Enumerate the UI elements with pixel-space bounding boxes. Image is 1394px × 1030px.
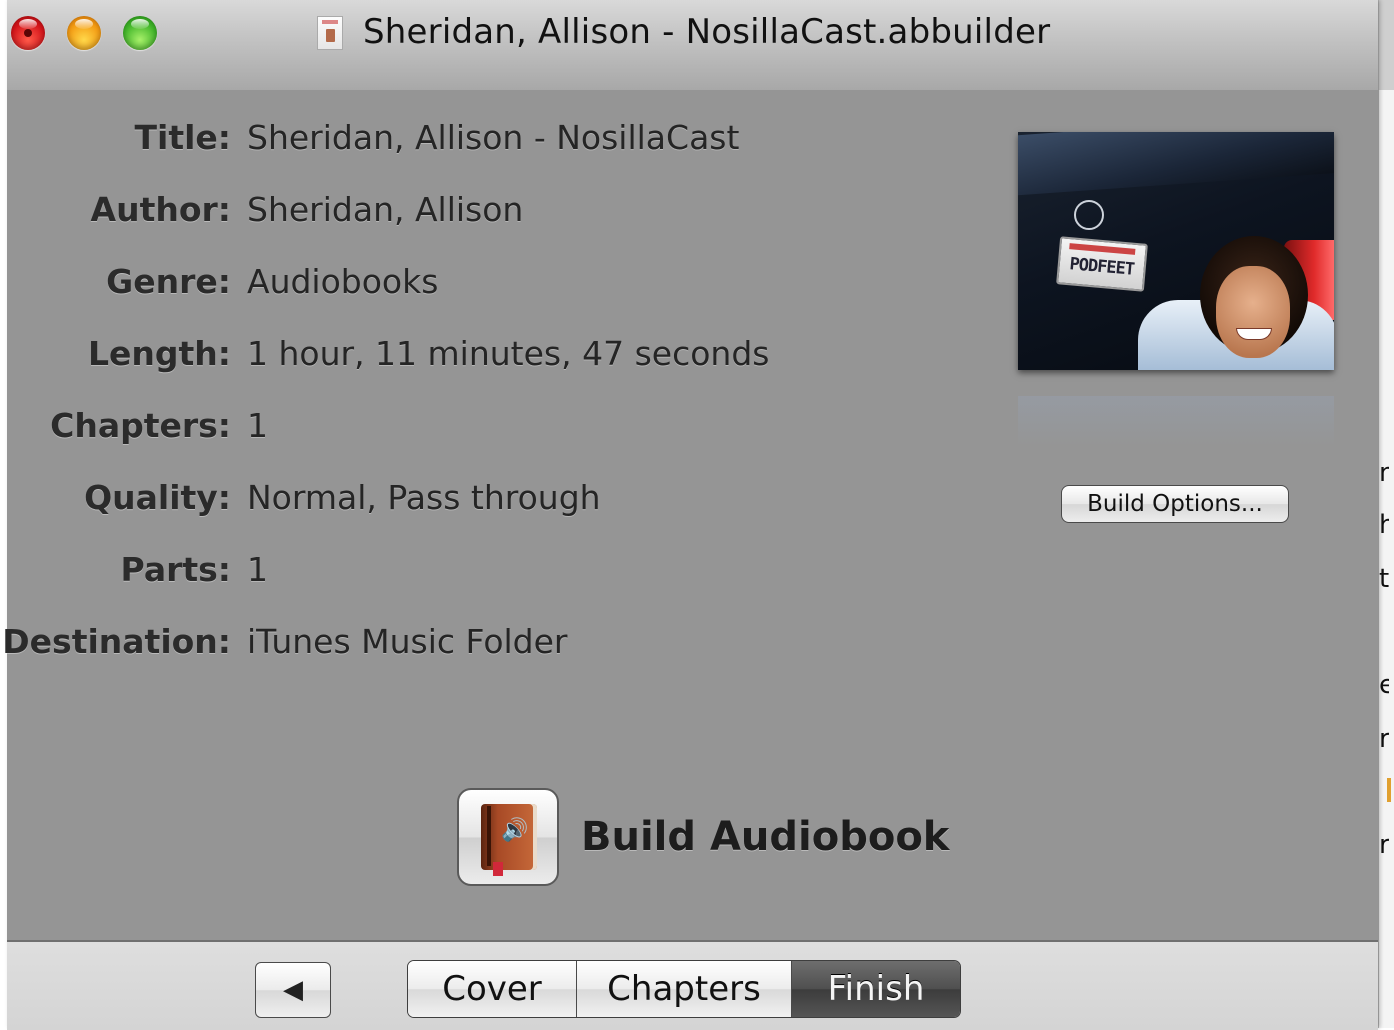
info-label: Quality: (84, 478, 231, 517)
tab-chapters[interactable]: Chapters (577, 961, 792, 1017)
build-audiobook-button[interactable]: 🔊 (457, 788, 559, 886)
info-row-author: Author: Sheridan, Allison (7, 190, 1007, 234)
speaker-icon: 🔊 (501, 818, 529, 843)
info-label: Author: (90, 190, 231, 229)
license-plate: PODFEET (1056, 236, 1148, 292)
background-window: n h t e r r (1378, 0, 1394, 1028)
info-row-title: Title: Sheridan, Allison - NosillaCast (7, 118, 1007, 162)
background-window-text: h (1379, 510, 1389, 540)
info-value: Sheridan, Allison - NosillaCast (247, 118, 740, 157)
info-row-quality: Quality: Normal, Pass through (7, 478, 1007, 522)
person-face (1216, 266, 1290, 358)
background-window-marker (1387, 778, 1391, 802)
info-value: 1 hour, 11 minutes, 47 seconds (247, 334, 770, 373)
info-row-parts: Parts: 1 (7, 550, 1007, 594)
bookmark-ribbon-icon (493, 862, 503, 876)
background-window-text: e (1379, 670, 1389, 700)
tab-cover[interactable]: Cover (408, 961, 577, 1017)
back-arrow-icon: ◀ (283, 975, 303, 1005)
minimize-traffic-light-icon[interactable] (67, 16, 101, 50)
background-window-text: r (1379, 724, 1389, 754)
audiobook-builder-window: Sheridan, Allison - NosillaCast.abbuilde… (2, 0, 1378, 1030)
info-label: Destination: (2, 622, 231, 661)
build-audiobook-label[interactable]: Build Audiobook (581, 814, 949, 860)
back-button[interactable]: ◀ (255, 962, 331, 1018)
title-bar[interactable]: Sheridan, Allison - NosillaCast.abbuilde… (7, 0, 1378, 90)
info-value: 1 (247, 550, 268, 589)
close-traffic-light-icon[interactable] (11, 16, 45, 50)
info-row-destination: Destination: iTunes Music Folder (2, 622, 1007, 666)
zoom-traffic-light-icon[interactable] (123, 16, 157, 50)
car-logo-badge (1074, 200, 1104, 230)
cover-artwork[interactable]: PODFEET (1018, 132, 1334, 370)
info-value: Normal, Pass through (247, 478, 601, 517)
background-window-text: n (1379, 458, 1389, 488)
info-label: Length: (88, 334, 231, 373)
info-label: Parts: (120, 550, 231, 589)
info-value: iTunes Music Folder (247, 622, 568, 661)
window-title: Sheridan, Allison - NosillaCast.abbuilde… (363, 12, 1051, 52)
background-window-titlebar (1379, 0, 1394, 90)
step-segmented-control: Cover Chapters Finish (407, 960, 961, 1018)
info-row-length: Length: 1 hour, 11 minutes, 47 seconds (7, 334, 1007, 378)
info-value: Sheridan, Allison (247, 190, 524, 229)
info-row-chapters: Chapters: 1 (7, 406, 1007, 450)
info-label: Genre: (106, 262, 231, 301)
info-label: Title: (134, 118, 232, 157)
background-window-text: r (1379, 830, 1389, 860)
info-value: Audiobooks (247, 262, 439, 301)
info-label: Chapters: (50, 406, 231, 445)
tab-finish[interactable]: Finish (792, 961, 960, 1017)
info-value: 1 (247, 406, 268, 445)
build-options-button[interactable]: Build Options... (1061, 485, 1289, 523)
audiobook-icon: 🔊 (481, 804, 537, 876)
car-rear-window (1018, 132, 1334, 196)
info-row-genre: Genre: Audiobooks (7, 262, 1007, 306)
abbuilder-document-icon[interactable] (317, 16, 343, 50)
background-window-text: t (1379, 564, 1389, 594)
cover-reflection (1018, 396, 1334, 446)
